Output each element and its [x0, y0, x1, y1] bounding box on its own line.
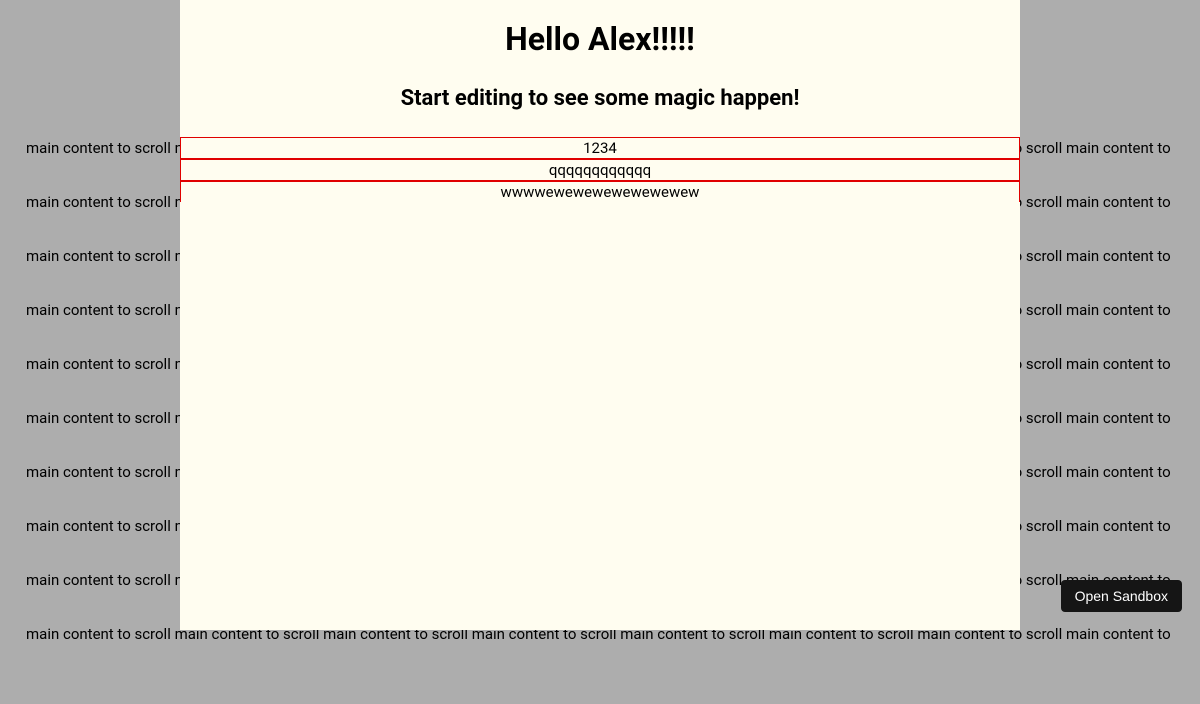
list-item: wwwwewewewewewewewew: [180, 181, 1020, 202]
list-container: 1234qqqqqqqqqqqqwwwwewewewewewewewew: [180, 137, 1020, 202]
main-panel: Hello Alex!!!!! Start editing to see som…: [180, 0, 1020, 630]
list-item: 1234: [180, 137, 1020, 159]
list-item: qqqqqqqqqqqq: [180, 159, 1020, 181]
open-sandbox-button[interactable]: Open Sandbox: [1061, 580, 1182, 612]
page-title: Hello Alex!!!!!: [180, 20, 1020, 58]
page-subtitle: Start editing to see some magic happen!: [180, 86, 1020, 111]
